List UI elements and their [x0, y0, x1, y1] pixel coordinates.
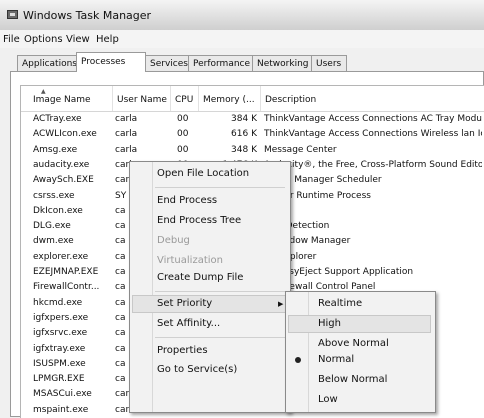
menu-properties[interactable]: Properties — [157, 342, 208, 360]
column-user-name[interactable]: User Name — [113, 86, 171, 111]
cell-description: N.EXE — [264, 206, 482, 216]
cell-image-name: DkIcon.exe — [33, 205, 83, 216]
cell-user-name: carla — [115, 114, 138, 124]
menu-help[interactable]: Help — [96, 34, 119, 45]
menu-end-process[interactable]: End Process — [157, 192, 217, 210]
menu-separator — [155, 291, 285, 292]
cell-description: Message Center — [264, 144, 337, 155]
table-row[interactable]: Amsg.exe carla 00 348 K Message Center — [21, 143, 484, 158]
task-manager-icon — [7, 10, 18, 19]
cell-user-name: carla — [115, 129, 138, 140]
menu-debug: Debug — [157, 235, 190, 246]
menu-file[interactable]: File — [3, 34, 20, 45]
priority-realtime[interactable]: Realtime — [318, 295, 362, 313]
priority-highlight — [288, 315, 431, 333]
tab-applications[interactable]: Applications — [17, 55, 77, 71]
priority-below-normal[interactable]: Below Normal — [318, 371, 387, 389]
menu-bar: File Options View Help — [0, 30, 484, 48]
cell-user-name: carla — [115, 144, 138, 155]
cell-description: Audacity®, the Free, Cross-Platform Soun… — [264, 159, 482, 170]
column-description[interactable]: Description — [261, 86, 484, 111]
priority-normal[interactable]: Normal — [318, 351, 354, 369]
cell-description: ThinkVantage Access Connections AC Tray … — [264, 114, 482, 124]
cell-image-name: MSASCui.exe — [33, 389, 92, 400]
cell-image-name: Amsg.exe — [33, 144, 78, 155]
menu-create-dump-file[interactable]: Create Dump File — [157, 269, 243, 287]
cell-image-name: DLG.exe — [33, 221, 71, 232]
process-context-menu: Open File Location End Process End Proce… — [129, 161, 291, 413]
cell-memory: 384 K — [231, 114, 257, 124]
cell-image-name: LPMGR.EXE — [33, 374, 85, 385]
column-memory[interactable]: Memory (... — [199, 86, 261, 111]
priority-high[interactable]: High — [318, 315, 341, 333]
cell-description: Line Detection — [264, 221, 330, 232]
cell-image-name: csrss.exe — [33, 190, 75, 201]
menu-view[interactable]: View — [66, 34, 90, 45]
menu-open-file-location[interactable]: Open File Location — [157, 165, 249, 183]
cell-description: ws Explorer — [264, 251, 317, 262]
cell-description: Server Runtime Process — [264, 190, 371, 201]
column-cpu[interactable]: CPU — [171, 86, 199, 111]
cell-image-name: ACWLIcon.exe — [33, 129, 97, 140]
tab-users[interactable]: Users — [311, 55, 347, 71]
menu-go-to-services[interactable]: Go to Service(s) — [157, 361, 237, 379]
cell-description: ThinkVantage Access Connections Wireless… — [264, 129, 482, 140]
cell-image-name: igfxtray.exe — [33, 343, 86, 354]
cell-cpu: 00 — [177, 129, 189, 140]
cell-memory: 616 K — [231, 129, 257, 140]
menu-separator — [155, 337, 285, 338]
selected-radio-icon — [295, 357, 301, 363]
cell-image-name: explorer.exe — [33, 251, 89, 262]
cell-image-name: dwm.exe — [33, 236, 74, 247]
tab-services[interactable]: Services — [145, 55, 189, 71]
cell-description: p Window Manager — [264, 236, 351, 247]
tab-processes[interactable]: Processes — [76, 52, 146, 72]
menu-set-affinity[interactable]: Set Affinity... — [157, 315, 220, 333]
menu-end-process-tree[interactable]: End Process Tree — [157, 212, 241, 230]
cell-description: hance Manager Scheduler — [264, 175, 382, 186]
tab-networking[interactable]: Networking — [252, 55, 312, 71]
table-row[interactable]: ACTray.exe carla 00 384 K ThinkVantage Acces… — [21, 112, 484, 127]
cell-memory: 348 K — [231, 144, 257, 155]
table-row[interactable]: ACWLIcon.exe carla 00 616 K ThinkVantage Acc… — [21, 127, 484, 142]
cell-image-name: igfxpers.exe — [33, 312, 89, 323]
cell-image-name: AwaySch.EXE — [33, 175, 94, 186]
cell-image-name: EZEJMNAP.EXE — [33, 267, 99, 277]
cell-image-name: igfxsrvc.exe — [33, 328, 88, 339]
cell-image-name: audacity.exe — [33, 159, 90, 170]
cell-image-name: FirewallContr... — [33, 282, 100, 293]
menu-virtualization: Virtualization — [157, 255, 223, 266]
cell-description: ad EasyEject Support Application — [264, 267, 414, 277]
window-title: Windows Task Manager — [23, 9, 152, 22]
cell-image-name: ISUSPM.exe — [33, 358, 86, 369]
priority-submenu: Realtime High Above Normal Normal Below … — [285, 291, 436, 413]
submenu-arrow-icon: ▶ — [278, 300, 284, 308]
cell-image-name: mspaint.exe — [33, 404, 89, 415]
title-bar: Windows Task Manager — [0, 0, 484, 31]
menu-set-priority[interactable]: Set Priority — [157, 295, 212, 313]
cell-cpu: 00 — [177, 144, 189, 155]
menu-options[interactable]: Options — [24, 34, 63, 45]
cell-image-name: hkcmd.exe — [33, 297, 83, 308]
cell-image-name: ACTray.exe — [33, 114, 82, 124]
column-header-row: ▲ Image Name User Name CPU Memory (... D… — [21, 86, 484, 112]
cell-cpu: 00 — [177, 114, 189, 124]
menu-separator — [155, 187, 285, 188]
column-image-name[interactable]: Image Name — [21, 86, 113, 111]
priority-low[interactable]: Low — [318, 391, 338, 409]
tab-performance[interactable]: Performance — [188, 55, 253, 71]
